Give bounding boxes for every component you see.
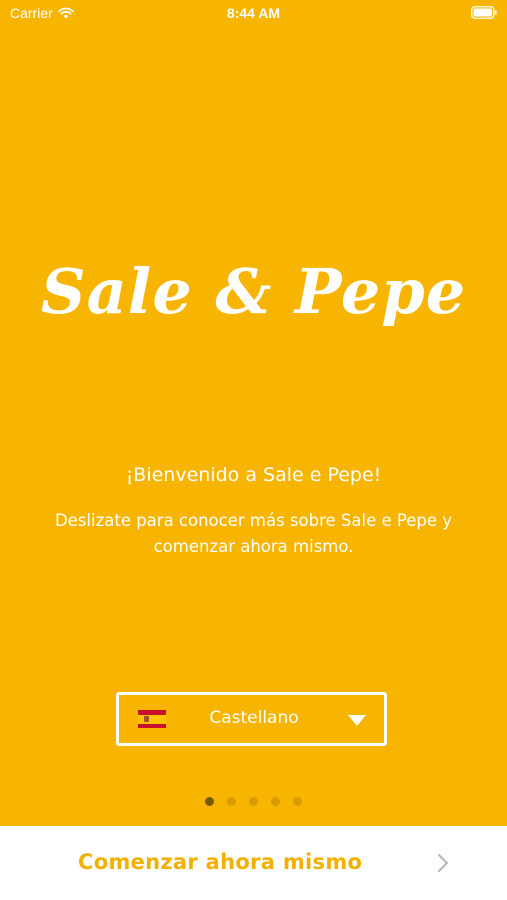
language-selected-label: Castellano: [209, 708, 299, 728]
welcome-subtitle: Deslizate para conocer más sobre Sale e …: [54, 511, 453, 556]
onboarding-screen: Carrier 8:44 AM Sale & Pepe ¡Bienvenido …: [0, 0, 507, 900]
caret-down-icon: [348, 715, 366, 726]
battery-icon: [471, 6, 497, 22]
page-dot-4[interactable]: [271, 797, 280, 806]
welcome-title: ¡Bienvenido a Sale e Pepe!: [125, 464, 382, 486]
start-now-button[interactable]: Comenzar ahora mismo: [0, 826, 507, 900]
status-bar: Carrier 8:44 AM: [0, 0, 507, 28]
start-now-label: Comenzar ahora mismo: [78, 850, 363, 874]
page-dot-2[interactable]: [227, 797, 236, 806]
language-select[interactable]: Castellano: [116, 692, 387, 746]
status-time: 8:44 AM: [226, 5, 281, 21]
brand-logo: Sale & Pepe: [40, 255, 467, 328]
chevron-right-icon: [437, 853, 449, 873]
page-dot-3[interactable]: [249, 797, 258, 806]
page-dot-1[interactable]: [205, 797, 214, 806]
page-indicator: [0, 797, 507, 806]
page-dot-5[interactable]: [293, 797, 302, 806]
spain-flag-icon: [138, 710, 166, 728]
